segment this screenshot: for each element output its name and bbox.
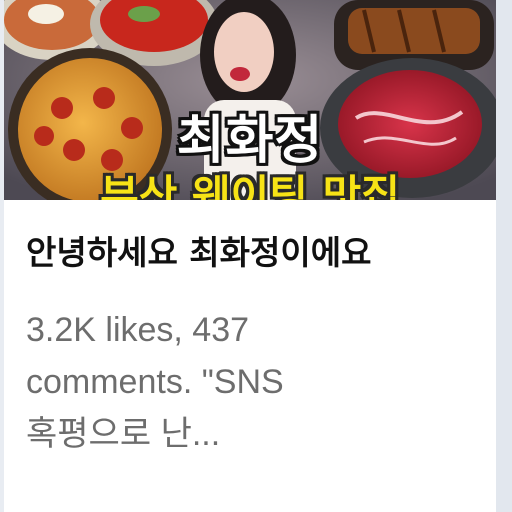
screen-edge <box>496 0 512 512</box>
post-title[interactable]: 안녕하세요 최화정이에요 <box>26 226 496 274</box>
link-preview-card[interactable]: 최화정 부산 웨이팅 맛집 안녕하세요 최화정이에요 3.2K likes, 4… <box>4 0 496 512</box>
description-line: comments. "SNS <box>26 363 284 401</box>
post-description: 3.2K likes, 437 comments. "SNS 혹평으로 난... <box>26 304 486 460</box>
thumbnail-overlay-subtitle: 부산 웨이팅 맛집 <box>100 171 400 200</box>
description-line: 혹평으로 난... <box>26 415 221 453</box>
preview-thumbnail[interactable]: 최화정 부산 웨이팅 맛집 <box>4 0 496 200</box>
source-domain-partial: . . . . <box>92 496 192 512</box>
description-line: 3.2K likes, 437 <box>26 311 250 349</box>
